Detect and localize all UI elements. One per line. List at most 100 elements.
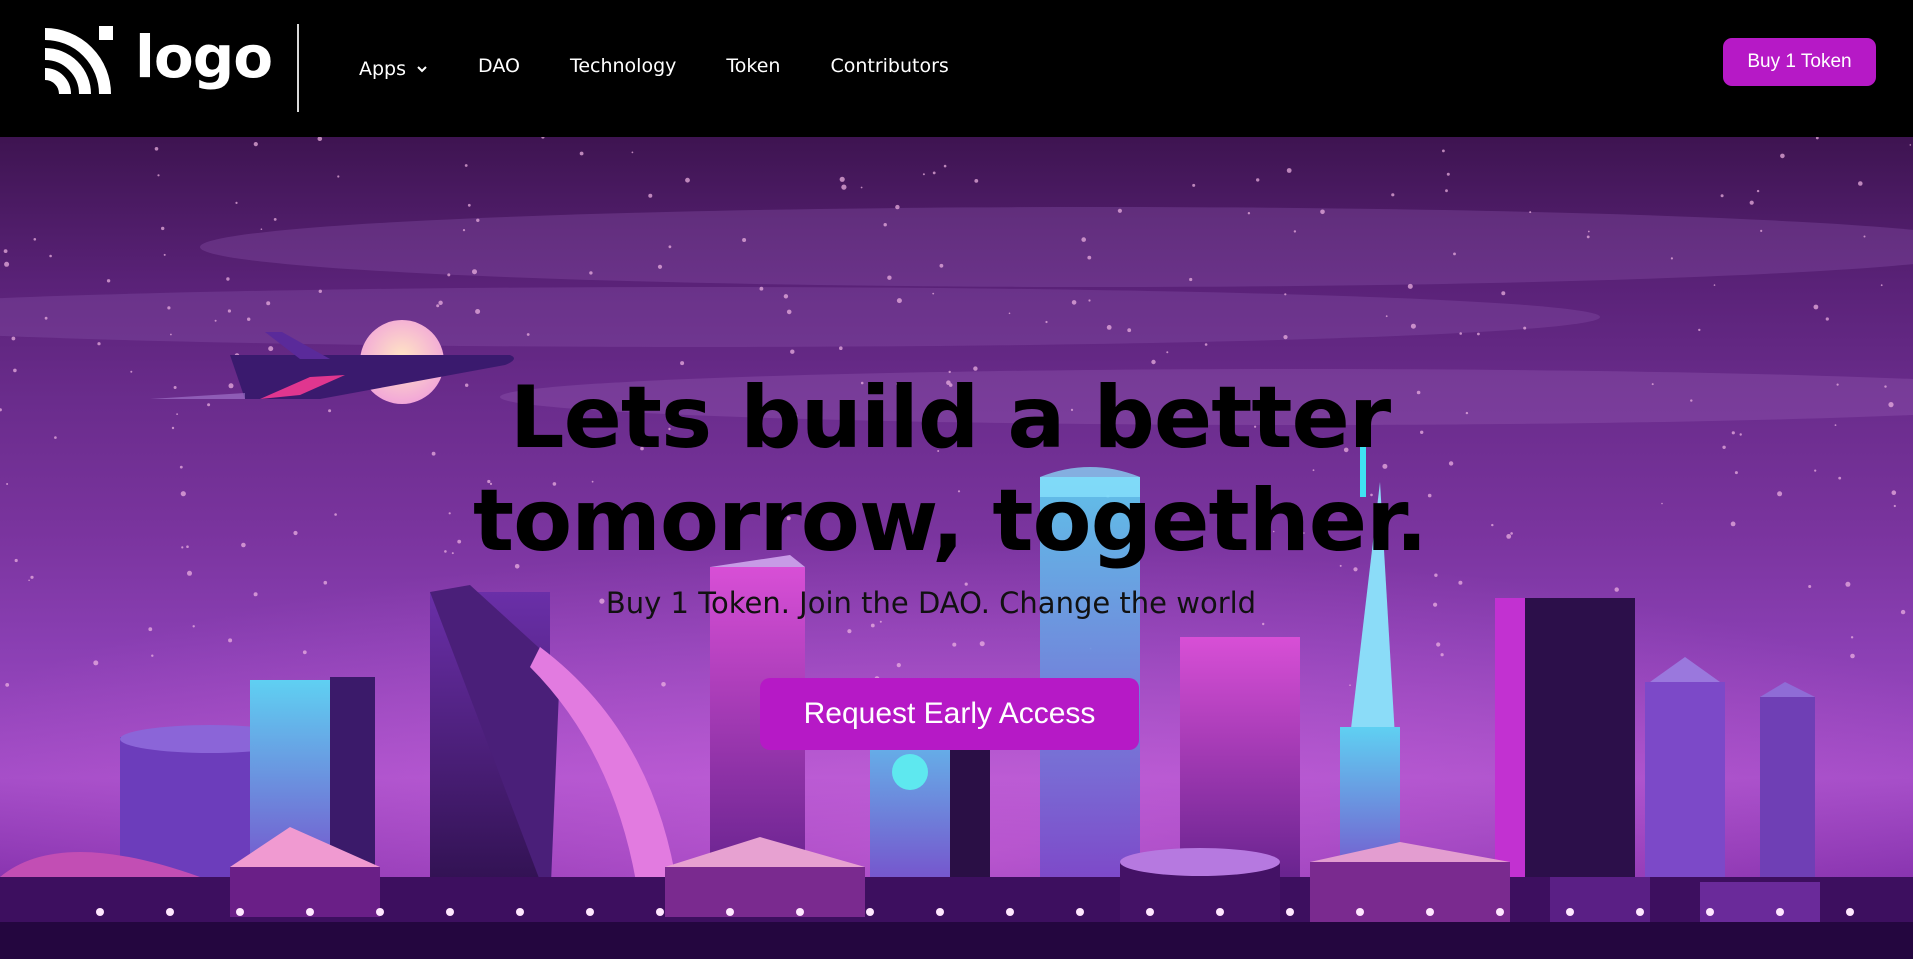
logo-mark-icon (44, 26, 113, 95)
star (161, 226, 165, 231)
street-lamp (1776, 908, 1784, 916)
star (266, 301, 271, 306)
star (1283, 335, 1288, 340)
star (1189, 277, 1193, 282)
star (648, 193, 653, 198)
star (1151, 359, 1156, 365)
star (661, 682, 666, 687)
street-lamp (1286, 908, 1294, 916)
street-lamp (1496, 908, 1504, 916)
star (1909, 144, 1912, 146)
star (1410, 323, 1416, 329)
star (214, 319, 217, 322)
star (151, 654, 154, 657)
star (11, 336, 16, 341)
nav-item-dao[interactable]: DAO (478, 55, 520, 77)
nav-item-apps[interactable]: Apps (359, 58, 428, 80)
star (839, 346, 843, 350)
buy-token-button[interactable]: Buy 1 Token (1723, 38, 1876, 86)
star (30, 575, 34, 579)
street-lamp (656, 908, 664, 916)
star (148, 627, 153, 632)
nav-item-apps-label: Apps (359, 58, 407, 80)
site-logo[interactable]: logo (41, 23, 273, 96)
star (883, 223, 887, 227)
star (1756, 189, 1760, 193)
street-lamp (1356, 908, 1364, 916)
star (1698, 328, 1701, 332)
star (1320, 209, 1325, 215)
star (1166, 351, 1169, 354)
star (1434, 573, 1438, 577)
star (337, 175, 340, 178)
star (4, 261, 10, 267)
star (1880, 284, 1883, 287)
star (974, 179, 979, 183)
star (1349, 684, 1351, 686)
star (1081, 237, 1086, 242)
main-nav: Apps DAO Technology Token Contributors (359, 52, 999, 80)
star (192, 625, 195, 628)
star (247, 317, 251, 321)
nav-item-token[interactable]: Token (726, 55, 780, 77)
star (268, 346, 274, 352)
star (1825, 317, 1829, 321)
star (1286, 168, 1292, 173)
hero-subheadline: Buy 1 Token. Join the DAO. Change the wo… (605, 586, 1257, 620)
star (887, 275, 892, 280)
star (790, 349, 795, 354)
star (447, 273, 451, 277)
star (436, 304, 440, 308)
star (228, 638, 233, 643)
star (847, 629, 852, 634)
nav-item-technology[interactable]: Technology (570, 55, 676, 77)
star (1760, 229, 1763, 232)
street-lamp (236, 908, 244, 916)
star (317, 137, 323, 141)
star (742, 238, 747, 242)
star (1477, 332, 1480, 336)
star (1780, 153, 1785, 159)
star (783, 294, 789, 299)
star (44, 316, 48, 320)
star (1204, 343, 1208, 346)
star (318, 289, 322, 293)
star (226, 277, 230, 281)
star (1106, 325, 1112, 330)
logo-text: logo (135, 23, 273, 91)
star (1385, 315, 1388, 318)
street-lamp (1076, 908, 1084, 916)
star (157, 174, 160, 177)
street-lamp (796, 908, 804, 916)
nav-item-contributors[interactable]: Contributors (830, 55, 948, 77)
star (526, 333, 530, 336)
nav-divider (297, 24, 299, 112)
star (1247, 212, 1251, 215)
star (1192, 183, 1196, 187)
star (1442, 149, 1445, 153)
hero-headline-line2: tomorrow, together. (473, 471, 1428, 571)
star (922, 173, 925, 176)
star (1284, 293, 1287, 296)
request-early-access-button[interactable]: Request Early Access (760, 678, 1139, 750)
star (273, 218, 277, 221)
street-lamp (586, 908, 594, 916)
star (462, 229, 466, 232)
star (895, 204, 900, 210)
street-lamp (726, 908, 734, 916)
star (1293, 230, 1297, 233)
star (1440, 653, 1444, 657)
star (1670, 257, 1673, 260)
star (979, 641, 985, 647)
street-lamp (96, 908, 104, 916)
top-navbar: logo Apps DAO Technology Token Contribut… (0, 0, 1913, 137)
star (943, 164, 947, 168)
star (1087, 255, 1092, 260)
star (1501, 291, 1506, 296)
star (1813, 304, 1819, 310)
star (3, 249, 8, 253)
star (163, 253, 166, 256)
star (541, 137, 545, 139)
star (896, 298, 902, 304)
star (154, 147, 159, 151)
